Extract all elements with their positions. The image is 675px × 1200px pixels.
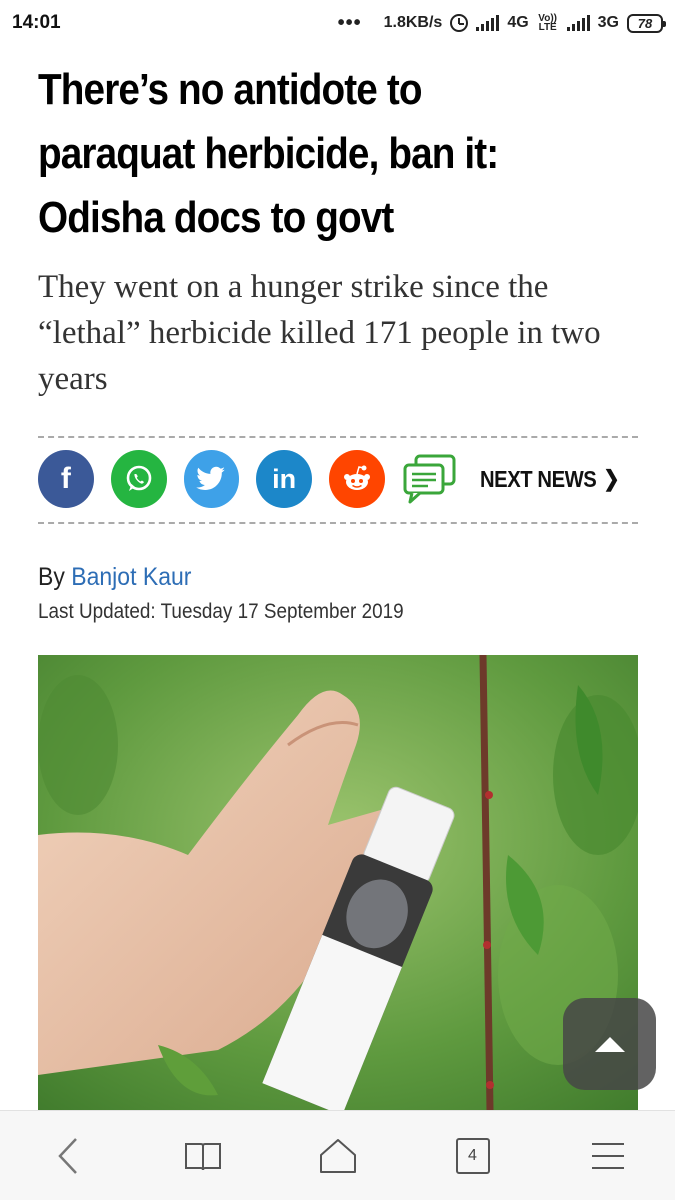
scroll-to-top-button[interactable] — [563, 998, 656, 1090]
signal-icon — [476, 15, 500, 31]
home-icon — [319, 1138, 356, 1173]
whatsapp-icon — [126, 465, 151, 491]
book-icon — [184, 1142, 221, 1170]
next-news-label: NEXT NEWS — [479, 465, 597, 492]
divider-bottom — [38, 522, 638, 524]
twitter-share-button[interactable] — [183, 450, 240, 508]
menu-icon — [591, 1142, 624, 1169]
byline-prefix: By — [38, 563, 65, 591]
headline-line: Odisha docs to govt — [38, 193, 394, 242]
volte-icon: Vo)) LTE — [538, 13, 557, 33]
article-headline: There’s no antidote to paraquat herbicid… — [38, 58, 636, 250]
network-speed: 1.8KB/s — [383, 14, 443, 31]
reddit-icon — [343, 465, 370, 490]
alarm-icon — [450, 14, 469, 32]
facebook-share-button[interactable]: f — [38, 450, 94, 508]
status-bar: 14:01 ••• 1.8KB/s 4G Vo)) LTE 3G 78 — [0, 0, 675, 46]
comment-button[interactable] — [402, 450, 458, 508]
whatsapp-share-button[interactable] — [110, 450, 167, 508]
comment-icon — [403, 454, 456, 504]
linkedin-icon: in — [272, 463, 297, 494]
last-updated: Last Updated: Tuesday 17 September 2019 — [38, 600, 404, 623]
tab-count: 4 — [455, 1137, 490, 1174]
byline: By Banjot Kaur — [38, 563, 191, 592]
back-button[interactable] — [38, 1126, 98, 1186]
network-type-2: 3G — [597, 14, 619, 31]
bookmarks-button[interactable] — [173, 1126, 233, 1186]
next-news-link[interactable]: NEXT NEWS ❯ — [479, 465, 620, 493]
headline-line: There’s no antidote to — [38, 65, 423, 114]
home-button[interactable] — [308, 1126, 368, 1186]
signal-icon-2 — [566, 15, 590, 31]
headline-line: paraquat herbicide, ban it: — [38, 129, 499, 178]
share-bar: f in NEXT NEWS ❯ — [38, 448, 638, 510]
network-type-1: 4G — [507, 14, 529, 31]
more-notifications-icon: ••• — [337, 11, 362, 34]
tabs-button[interactable]: 4 — [443, 1126, 503, 1186]
battery-icon: 78 — [627, 13, 666, 33]
back-icon — [57, 1137, 77, 1174]
author-link[interactable]: Banjot Kaur — [71, 563, 191, 591]
status-indicators: ••• 1.8KB/s 4G Vo)) LTE 3G 78 — [337, 11, 666, 35]
linkedin-share-button[interactable]: in — [256, 450, 313, 508]
photo-illustration — [38, 655, 638, 1110]
divider-top — [38, 436, 638, 438]
chevron-right-icon: ❯ — [603, 466, 620, 491]
article-photo — [38, 655, 638, 1110]
article-subhead: They went on a hunger strike since the “… — [38, 269, 601, 397]
status-time: 14:01 — [12, 12, 61, 33]
menu-button[interactable] — [578, 1126, 638, 1186]
browser-toolbar: 4 — [0, 1110, 675, 1200]
reddit-share-button[interactable] — [329, 450, 385, 508]
arrow-up-icon — [594, 1037, 625, 1052]
facebook-icon: f — [60, 462, 71, 495]
twitter-icon — [196, 466, 226, 490]
